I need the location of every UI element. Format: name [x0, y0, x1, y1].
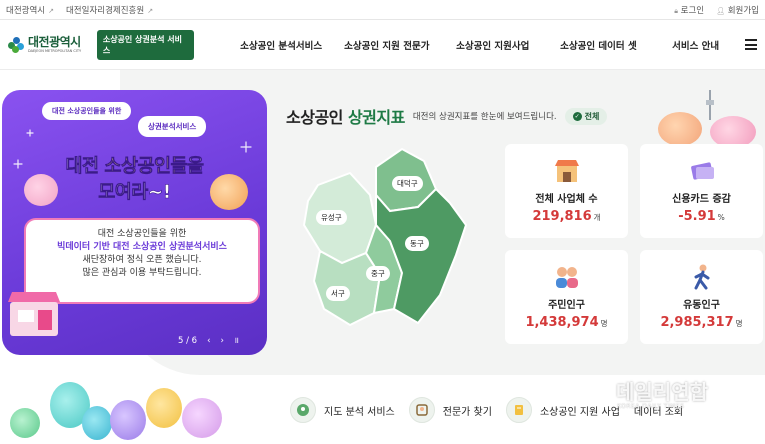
menu-dataset[interactable]: 소상공인 데이터 셋 [552, 38, 664, 52]
stat-label: 신용카드 증감 [672, 194, 731, 205]
stat-label: 전체 사업체 수 [535, 194, 598, 205]
hamburger-menu-icon[interactable] [745, 39, 757, 50]
service-map-analysis[interactable]: 지도 분석 서비스 [290, 397, 395, 423]
district-label-daedeok[interactable]: 대덕구 [392, 176, 423, 191]
stat-value: 2,985,317 명 [660, 315, 743, 330]
indicator-header: 소상공인 상권지표 대전의 상권지표를 한눈에 보여드립니다. ✓ 전체 [286, 104, 608, 128]
slide-pager: 5 / 6 [178, 335, 198, 346]
stat-value: 1,438,974 명 [525, 315, 608, 330]
check-icon: ✓ [572, 111, 582, 121]
slide-controls: 5 / 6 ‹ › ॥ [178, 335, 239, 347]
support-icon [505, 397, 532, 423]
gnb-menu: 소상공인 분석서비스 소상공인 지원 전문가 소상공인 지원사업 소상공인 데이… [232, 38, 727, 52]
mascot-orange-top [658, 112, 702, 146]
indicator-description: 대전의 상권지표를 한눈에 보여드립니다. [412, 112, 557, 122]
watermark-logo-icon [590, 380, 610, 401]
credit-card-icon [688, 158, 716, 184]
daejeon-city-link[interactable]: 대전광역시 ↗ [6, 4, 54, 16]
service-badge[interactable]: 소상공인 상권분석 서비스 [96, 29, 195, 60]
slide-pause-button[interactable]: ॥ [234, 335, 239, 346]
banner-bubble-1: 대전 소상공인들을 위한 [42, 102, 132, 120]
menu-support-program[interactable]: 소상공인 지원사업 [448, 38, 552, 52]
account-links: 🔒︎ 로그인 👤︎ 회원가입 [674, 4, 759, 16]
orange-mascot-character [210, 174, 248, 210]
map-pin-icon [290, 397, 316, 423]
district-label-dong[interactable]: 동구 [405, 236, 429, 251]
slide-next-button[interactable]: › [221, 336, 224, 346]
external-link-icon: ↗ [147, 6, 154, 15]
stat-card-residents: 주민인구 1,438,974 명 [505, 250, 628, 344]
logo-subtext: DAEJEON METROPOLITAN CITY [28, 48, 82, 53]
menu-service-guide[interactable]: 서비스 안내 [664, 38, 727, 52]
stat-card-credit-card: 신용카드 증감 -5.91% [640, 144, 763, 238]
stat-label: 유동인구 [683, 300, 720, 311]
all-region-button[interactable]: ✓ 전체 [564, 107, 608, 125]
stat-label: 주민인구 [548, 300, 585, 311]
tower-illustration [706, 90, 714, 120]
watermark-subtext: KOREA DAILY TIMES [617, 403, 685, 410]
district-label-jung[interactable]: 중구 [366, 266, 390, 281]
slide-prev-button[interactable]: ‹ [207, 336, 210, 346]
djbea-link[interactable]: 대전일자리경제진흥원 ↗ [66, 4, 153, 16]
banner-bubble-2: 상권분석서비스 [138, 116, 207, 137]
watermark: 데일리연합 [590, 376, 708, 405]
logo-text: 대전광역시 [28, 34, 81, 49]
family-site-links: 대전광역시 ↗ 대전일자리경제진흥원 ↗ [6, 4, 153, 16]
page-title: 소상공인 상권지표 [286, 108, 405, 127]
promo-banner[interactable]: 대전 소상공인들을 위한 상권분석서비스 대전 소상공인들을 모여라~! 대전 … [2, 90, 267, 355]
signup-link[interactable]: 👤︎ 회원가입 [716, 4, 759, 16]
menu-support-expert[interactable]: 소상공인 지원 전문가 [336, 38, 448, 52]
walking-person-icon [688, 264, 716, 290]
pink-mascot-character [24, 174, 58, 206]
top-utility-bar: 대전광역시 ↗ 대전일자리경제진흥원 ↗ 🔒︎ 로그인 👤︎ 회원가입 [0, 0, 765, 20]
daejeon-district-map [302, 147, 468, 327]
main-navigation: 대전광역시 DAEJEON METROPOLITAN CITY 소상공인 상권분… [0, 20, 765, 70]
service-find-expert[interactable]: 전문가 찾기 [408, 397, 492, 423]
lock-icon: 🔒︎ [674, 6, 678, 15]
shop-illustration [6, 286, 68, 340]
daejeon-logo[interactable]: 대전광역시 DAEJEON METROPOLITAN CITY [8, 36, 91, 54]
main-content: 대전 소상공인들을 위한 상권분석서비스 대전 소상공인들을 모여라~! 대전 … [0, 70, 765, 444]
logo-mark-icon [8, 36, 24, 53]
store-icon [553, 158, 581, 184]
stat-card-businesses: 전체 사업체 수 219,816 개 [505, 144, 628, 238]
stat-value: -5.91% [678, 209, 725, 224]
mascot-group-illustration [10, 378, 225, 444]
external-link-icon: ↗ [48, 6, 54, 15]
district-label-yuseong[interactable]: 유성구 [316, 210, 347, 225]
user-icon: 👤︎ [716, 6, 726, 15]
expert-icon [408, 397, 435, 423]
district-label-seo[interactable]: 서구 [326, 286, 350, 301]
stat-value: 219,816 개 [532, 209, 601, 224]
residents-icon [553, 264, 581, 290]
menu-analysis-service[interactable]: 소상공인 분석서비스 [232, 38, 336, 52]
login-link[interactable]: 🔒︎ 로그인 [674, 4, 704, 16]
stat-card-floating-pop: 유동인구 2,985,317 명 [640, 250, 763, 344]
